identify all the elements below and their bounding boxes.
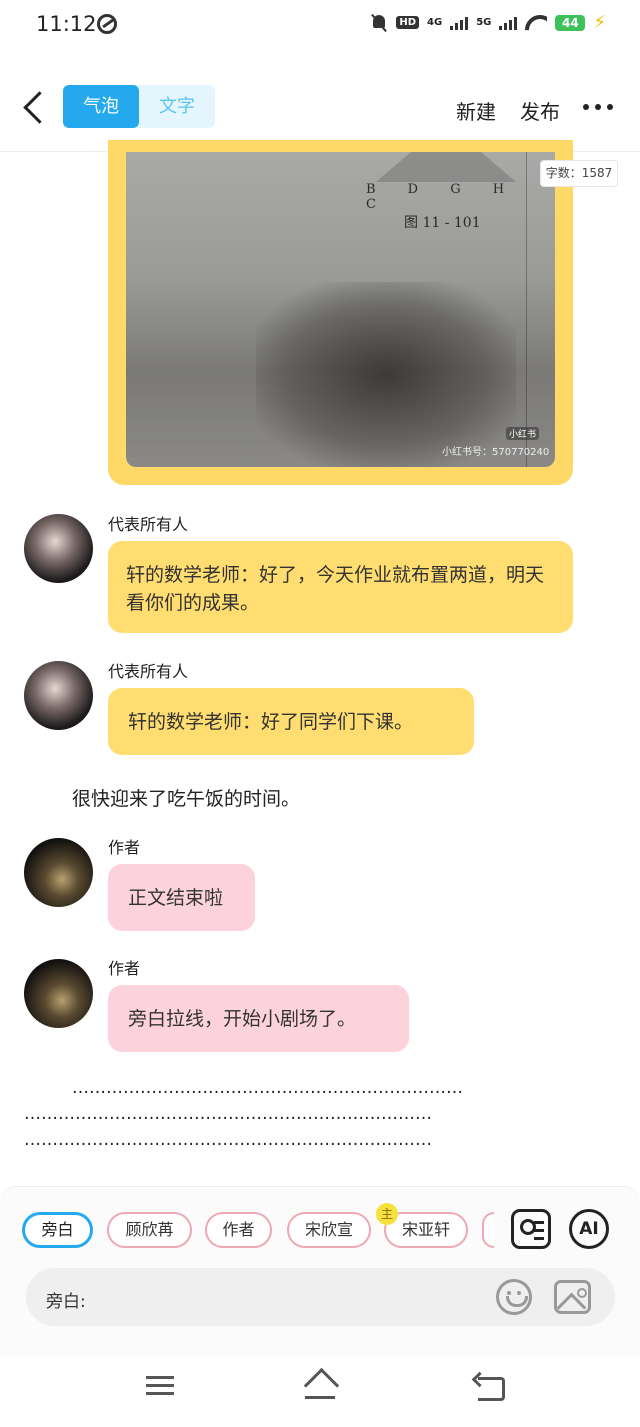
recent-apps-icon[interactable] — [146, 1376, 174, 1396]
avatar[interactable] — [24, 661, 93, 730]
signal-icon — [450, 16, 469, 30]
emoji-icon[interactable] — [496, 1279, 532, 1315]
dotted-line[interactable]: ……………………………………………………………… — [24, 1130, 597, 1150]
figure-caption: 图 11 - 101 — [404, 215, 481, 231]
figure-triangle — [376, 152, 516, 182]
ai-button[interactable]: AI — [569, 1209, 609, 1249]
app-notification-icon — [97, 14, 117, 34]
message-photo[interactable]: B D G H C 图 11 - 101 小红书 小红书号：570770240 — [126, 152, 555, 467]
back-button[interactable] — [18, 88, 52, 128]
more-options-button[interactable] — [583, 104, 613, 112]
mode-toggle: 气泡 文字 — [63, 85, 215, 128]
role-chip[interactable]: 宋欣宣 — [287, 1212, 371, 1248]
message-bubble[interactable]: 轩的数学老师：好了，今天作业就布置两道，明天看你们的成果。 — [108, 541, 573, 633]
character-card-icon[interactable] — [511, 1209, 551, 1249]
sender-name: 代表所有人 — [108, 515, 189, 534]
message-bubble[interactable]: 轩的数学老师：好了同学们下课。 — [108, 688, 474, 755]
role-chip-narrator[interactable]: 旁白 — [22, 1212, 93, 1248]
dotted-line[interactable]: …………………………………………………………… — [72, 1078, 597, 1098]
publish-button[interactable]: 发布 — [520, 96, 560, 125]
sender-name: 代表所有人 — [108, 662, 189, 681]
tab-text[interactable]: 文字 — [139, 85, 215, 128]
avatar[interactable] — [24, 514, 93, 583]
protagonist-badge: 主 — [376, 1203, 398, 1225]
tab-bubble[interactable]: 气泡 — [63, 85, 139, 128]
hd-badge: HD — [396, 16, 420, 29]
role-chip-partial[interactable] — [482, 1212, 494, 1248]
status-indicators: HD 4G 5G 44 ⚡ — [370, 12, 606, 33]
sender-name: 作者 — [108, 959, 141, 978]
avatar[interactable] — [24, 838, 93, 907]
system-back-icon[interactable] — [474, 1374, 505, 1401]
narration-text[interactable]: 很快迎来了吃午饭的时间。 — [72, 784, 300, 811]
sender-name: 作者 — [108, 838, 141, 857]
new-button[interactable]: 新建 — [456, 96, 496, 125]
role-chip[interactable]: 顾欣苒 — [107, 1212, 192, 1248]
watermark-logo: 小红书 — [506, 427, 540, 440]
message-bubble[interactable]: 正文结束啦 — [108, 864, 255, 931]
avatar[interactable] — [24, 959, 93, 1028]
status-time: 11:12 — [36, 12, 97, 36]
signal-icon — [499, 16, 518, 30]
network-4g-label: 4G — [427, 16, 443, 28]
charging-icon: ⚡ — [593, 12, 606, 33]
battery-indicator: 44 — [555, 14, 586, 31]
message-input[interactable] — [96, 1276, 476, 1318]
status-bar: 11:12 HD 4G 5G 44 ⚡ — [0, 0, 640, 50]
photo-shadow — [256, 282, 516, 467]
page-edge-line — [526, 152, 527, 467]
message-bubble[interactable]: 旁白拉线，开始小剧场了。 — [108, 985, 409, 1052]
home-icon[interactable] — [302, 1370, 338, 1400]
input-role-label: 旁白: — [46, 1292, 86, 1312]
wifi-icon — [525, 15, 547, 31]
image-icon[interactable] — [554, 1280, 591, 1314]
network-5g-label: 5G — [476, 16, 492, 28]
watermark-id: 小红书号：570770240 — [442, 447, 550, 458]
mute-icon — [370, 13, 388, 33]
role-chip[interactable]: 作者 — [205, 1212, 272, 1248]
system-nav-bar — [0, 1356, 640, 1427]
dotted-line[interactable]: ……………………………………………………………… — [24, 1104, 597, 1124]
word-count-badge: 字数：1587 — [540, 160, 618, 187]
